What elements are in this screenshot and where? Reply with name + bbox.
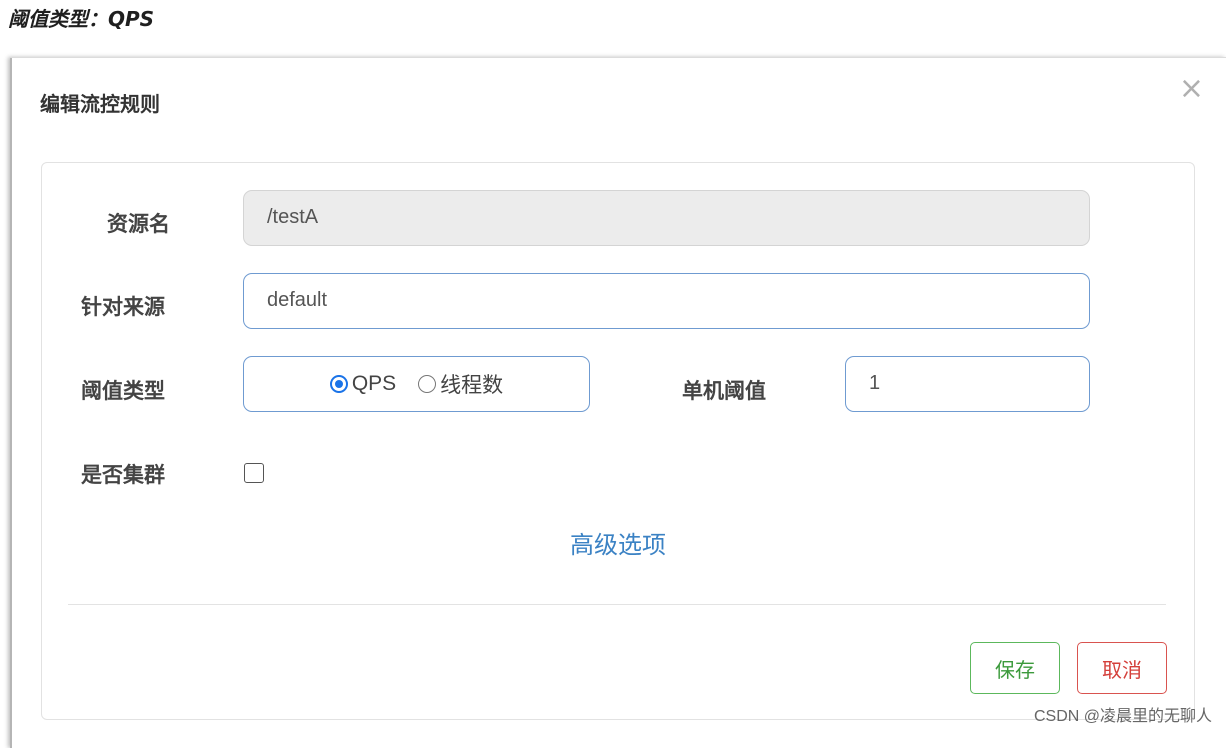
radio-thread-count-label: 线程数 <box>440 374 504 397</box>
cluster-label: 是否集群 <box>81 463 165 487</box>
resource-label: 资源名 <box>107 212 170 236</box>
radio-thread-count[interactable]: 线程数 <box>418 369 503 399</box>
edit-flow-rule-dialog: 编辑流控规则 × 资源名 /testA 针对来源 default 阈值类型 QP… <box>10 57 1226 748</box>
radio-qps-indicator <box>329 375 348 393</box>
close-icon[interactable]: × <box>1179 74 1204 104</box>
count-label: 单机阈值 <box>682 379 766 403</box>
dialog-left-edge <box>10 58 12 748</box>
count-input[interactable]: 1 <box>845 356 1090 412</box>
advanced-options-link[interactable]: 高级选项 <box>42 525 1194 560</box>
cancel-button[interactable]: 取消 <box>1077 642 1167 694</box>
page-heading: 阈值类型：QPS <box>8 7 155 31</box>
cluster-checkbox[interactable] <box>244 463 264 483</box>
limit-app-label: 针对来源 <box>81 295 165 319</box>
dialog-title: 编辑流控规则 <box>40 92 160 116</box>
threshold-type-radio-group: QPS 线程数 <box>243 356 590 412</box>
radio-qps[interactable]: QPS <box>329 372 397 396</box>
limit-app-input[interactable]: default <box>243 273 1090 329</box>
footer-divider <box>68 604 1166 605</box>
radio-qps-label: QPS <box>351 372 397 395</box>
form-panel: 资源名 /testA 针对来源 default 阈值类型 QPS 线程数 单机阈… <box>41 162 1195 720</box>
radio-thread-count-indicator <box>418 375 437 393</box>
threshold-type-label: 阈值类型 <box>81 379 165 403</box>
resource-input[interactable]: /testA <box>243 190 1090 246</box>
watermark: CSDN @凌晨里的无聊人 <box>1033 708 1212 725</box>
save-button[interactable]: 保存 <box>970 642 1060 694</box>
